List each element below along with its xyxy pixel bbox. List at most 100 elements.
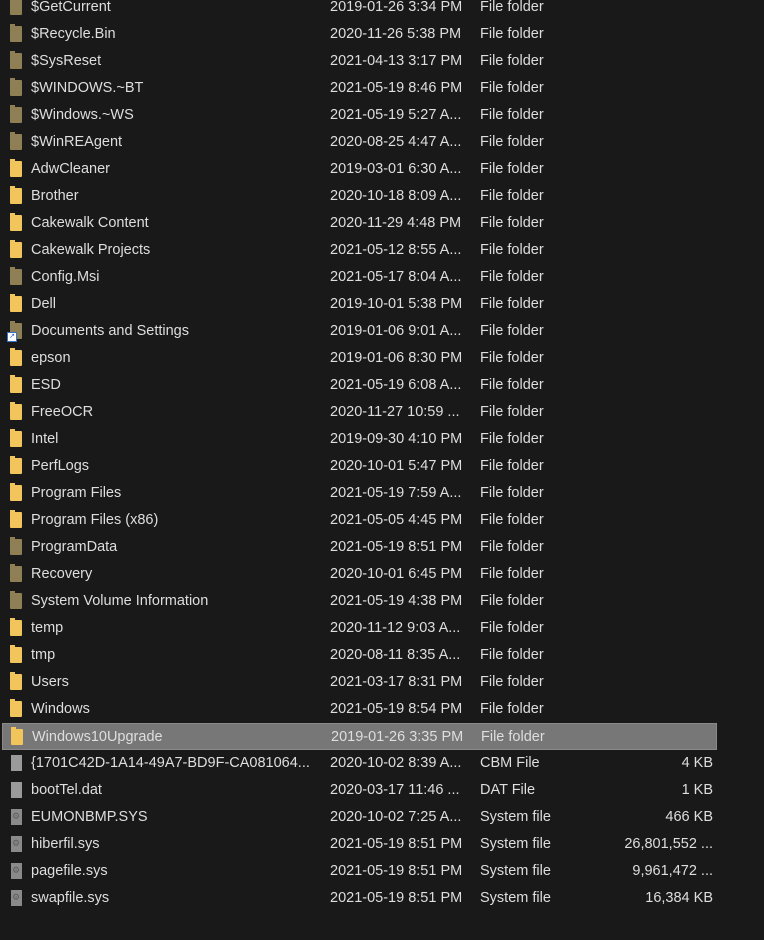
file-list-row[interactable]: $Windows.~WS 2021-05-19 5:27 A... File fol… (2, 102, 717, 129)
file-list-row[interactable]: $WINDOWS.~BT 2021-05-19 8:46 PM File folde… (2, 75, 717, 102)
file-list-row[interactable]: bootTel.dat 2020-03-17 11:46 ... DAT File 1… (2, 777, 717, 804)
file-list-row[interactable]: PerfLogs 2020-10-01 5:47 PM File folder (2, 453, 717, 480)
date-modified: 2021-05-19 8:51 PM (330, 863, 463, 879)
shortcut-arrow-icon: ↗ (7, 332, 17, 342)
file-name: $GetCurrent (31, 0, 111, 15)
system-file-icon (11, 890, 22, 906)
file-list-row[interactable]: temp 2020-11-12 9:03 A... File folder (2, 615, 717, 642)
file-type: File folder (480, 539, 544, 555)
file-list-row[interactable]: $GetCurrent 2019-01-26 3:34 PM File folder (2, 0, 717, 21)
folder-hidden-icon (10, 267, 22, 285)
file-list-row[interactable]: hiberfil.sys 2021-05-19 8:51 PM System fil… (2, 831, 717, 858)
date-modified: 2020-11-29 4:48 PM (330, 215, 462, 231)
file-name: $Recycle.Bin (31, 26, 116, 42)
file-list-row[interactable]: $SysReset 2021-04-13 3:17 PM File folder (2, 48, 717, 75)
file-name: Intel (31, 431, 59, 447)
file-type: File folder (480, 512, 544, 528)
folder-icon (10, 213, 22, 231)
file-list-row[interactable]: Intel 2019-09-30 4:10 PM File folder (2, 426, 717, 453)
file-type: System file (480, 890, 551, 906)
file-type: System file (480, 863, 551, 879)
date-modified: 2021-05-17 8:04 A... (330, 269, 462, 285)
folder-icon (10, 483, 22, 501)
file-name: Program Files (x86) (31, 512, 159, 528)
folder-icon (10, 699, 22, 717)
file-list-row[interactable]: ↗ Documents and Settings 2019-01-06 9:01 A… (2, 318, 717, 345)
file-list-row[interactable]: Windows 2021-05-19 8:54 PM File folder (2, 696, 717, 723)
file-name: Brother (31, 188, 79, 204)
date-modified: 2020-10-02 8:39 A... (330, 755, 462, 771)
file-list-row[interactable]: Config.Msi 2021-05-17 8:04 A... File folde… (2, 264, 717, 291)
file-name: Cakewalk Content (31, 215, 149, 231)
date-modified: 2020-08-11 8:35 A... (330, 647, 461, 663)
date-modified: 2021-05-19 8:54 PM (330, 701, 463, 717)
file-type: File folder (480, 26, 544, 42)
folder-icon (10, 294, 22, 312)
file-name: ESD (31, 377, 61, 393)
file-list-row[interactable]: Windows10Upgrade 2019-01-26 3:35 PM File f… (2, 723, 717, 750)
file-name: System Volume Information (31, 593, 209, 609)
file-size: 9,961,472 ... (632, 863, 713, 879)
file-type: System file (480, 809, 551, 825)
date-modified: 2021-04-13 3:17 PM (330, 53, 463, 69)
file-list-row[interactable]: EUMONBMP.SYS 2020-10-02 7:25 A... System f… (2, 804, 717, 831)
date-modified: 2021-05-19 8:46 PM (330, 80, 463, 96)
file-list-row[interactable]: Users 2021-03-17 8:31 PM File folder (2, 669, 717, 696)
folder-icon (10, 672, 22, 690)
file-name: {1701C42D-1A14-49A7-BD9F-CA081064... (31, 755, 310, 771)
file-list-row[interactable]: Recovery 2020-10-01 6:45 PM File folder (2, 561, 717, 588)
file-size: 16,384 KB (645, 890, 713, 906)
file-list-row[interactable]: ProgramData 2021-05-19 8:51 PM File folder (2, 534, 717, 561)
file-name: ProgramData (31, 539, 118, 555)
date-modified: 2020-11-12 9:03 A... (330, 620, 461, 636)
folder-icon (10, 510, 22, 528)
folder-icon (11, 727, 23, 745)
date-modified: 2021-05-12 8:55 A... (330, 242, 462, 258)
file-list-row[interactable]: System Volume Information 2021-05-19 4:38… (2, 588, 717, 615)
file-list-row[interactable]: epson 2019-01-06 8:30 PM File folder (2, 345, 717, 372)
file-list-row[interactable]: FreeOCR 2020-11-27 10:59 ... File folder (2, 399, 717, 426)
file-name: Cakewalk Projects (31, 242, 151, 258)
file-list-row[interactable]: $Recycle.Bin 2020-11-26 5:38 PM File folde… (2, 21, 717, 48)
file-type: System file (480, 836, 551, 852)
folder-hidden-icon (10, 0, 22, 15)
file-type: File folder (480, 377, 544, 393)
file-name: Program Files (31, 485, 122, 501)
file-type: File folder (480, 647, 544, 663)
file-type: File folder (480, 296, 544, 312)
file-list-row[interactable]: Brother 2020-10-18 8:09 A... File folder (2, 183, 717, 210)
date-modified: 2020-10-01 5:47 PM (330, 458, 463, 474)
date-modified: 2021-05-19 6:08 A... (330, 377, 462, 393)
date-modified: 2021-05-19 5:27 A... (330, 107, 462, 123)
file-type: File folder (481, 729, 545, 745)
file-list-row[interactable]: pagefile.sys 2021-05-19 8:51 PM System fil… (2, 858, 717, 885)
folder-hidden-icon (10, 78, 22, 96)
file-list-row[interactable]: Cakewalk Content 2020-11-29 4:48 PM File f… (2, 210, 717, 237)
file-list-row[interactable]: {1701C42D-1A14-49A7-BD9F-CA081064... 2020… (2, 750, 717, 777)
file-name: swapfile.sys (31, 890, 110, 906)
file-name: Documents and Settings (31, 323, 189, 339)
file-type: File folder (480, 701, 544, 717)
file-name: Dell (31, 296, 56, 312)
date-modified: 2019-01-26 3:34 PM (330, 0, 463, 15)
file-list-row[interactable]: Program Files (x86) 2021-05-05 4:45 PM Fil… (2, 507, 717, 534)
file-type: File folder (480, 593, 544, 609)
file-list-row[interactable]: $WinREAgent 2020-08-25 4:47 A... File fold… (2, 129, 717, 156)
folder-icon (10, 375, 22, 393)
file-list-row[interactable]: ESD 2021-05-19 6:08 A... File folder (2, 372, 717, 399)
file-list-row[interactable]: swapfile.sys 2021-05-19 8:51 PM System fil… (2, 885, 717, 912)
file-type: File folder (480, 188, 544, 204)
file-name: Recovery (31, 566, 93, 582)
date-modified: 2019-01-06 8:30 PM (330, 350, 463, 366)
file-list-row[interactable]: Dell 2019-10-01 5:38 PM File folder (2, 291, 717, 318)
file-icon (11, 755, 22, 771)
file-list-row[interactable]: Cakewalk Projects 2021-05-12 8:55 A... Fil… (2, 237, 717, 264)
file-list-row[interactable]: AdwCleaner 2019-03-01 6:30 A... File folde… (2, 156, 717, 183)
file-list-row[interactable]: Program Files 2021-05-19 7:59 A... File fo… (2, 480, 717, 507)
file-type: DAT File (480, 782, 536, 798)
folder-hidden-icon (10, 537, 22, 555)
date-modified: 2020-10-18 8:09 A... (330, 188, 462, 204)
folder-icon (10, 645, 22, 663)
file-list-row[interactable]: tmp 2020-08-11 8:35 A... File folder (2, 642, 717, 669)
file-size: 4 KB (681, 755, 713, 771)
